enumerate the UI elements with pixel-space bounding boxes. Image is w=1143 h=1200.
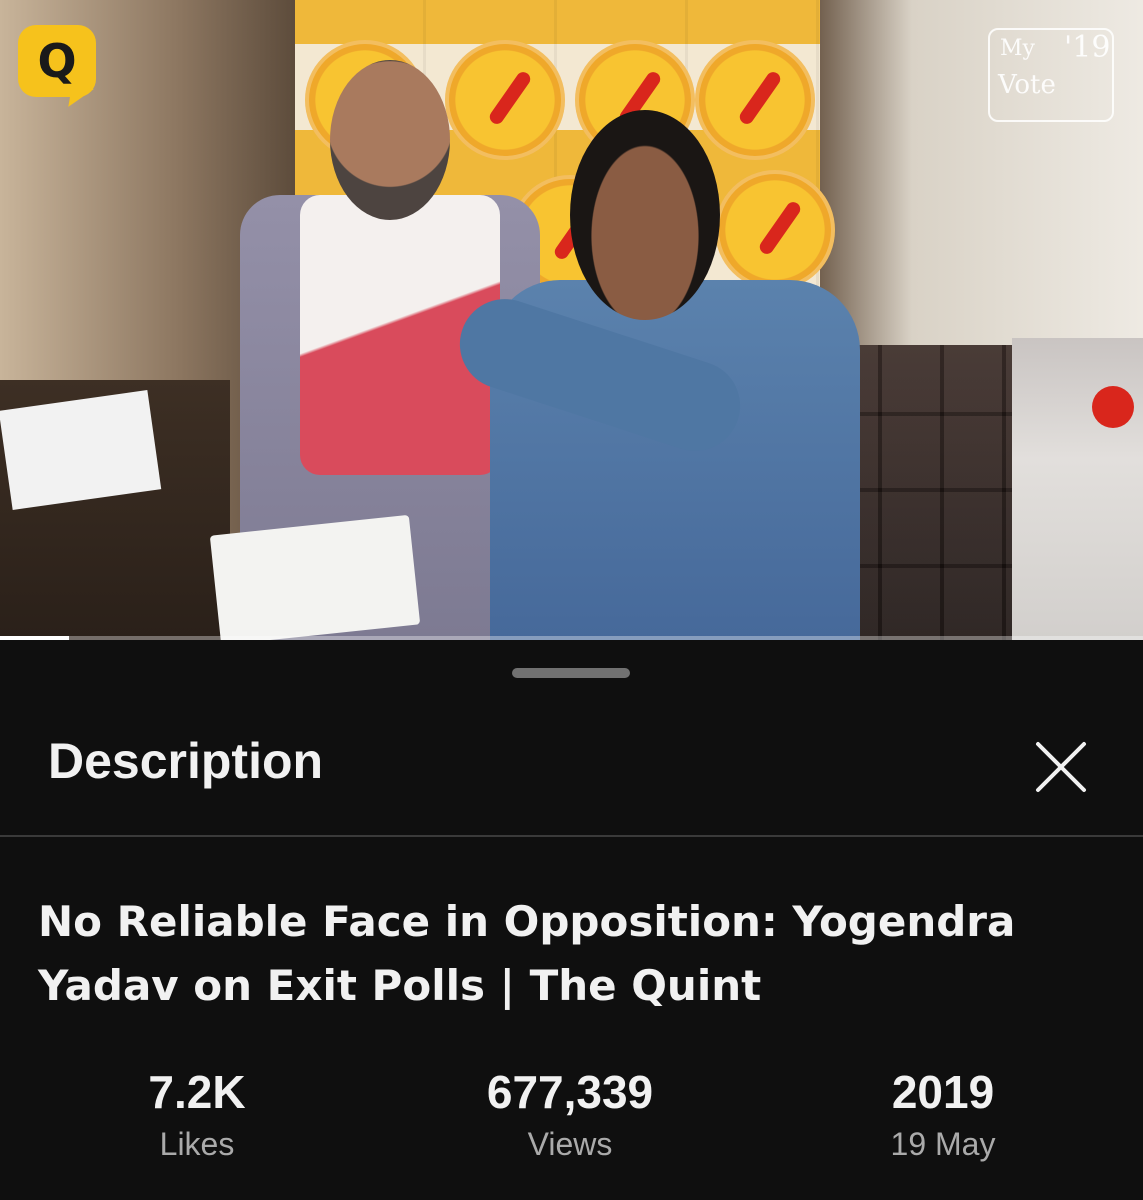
stat-date: 2019 19 May	[783, 1065, 1103, 1167]
video-person-left-head	[330, 60, 450, 220]
stat-views-label: Views	[527, 1126, 613, 1162]
video-title: No Reliable Face in Opposition: Yogendra…	[38, 897, 1016, 1010]
badge-year: '19	[1064, 30, 1111, 65]
video-box	[1012, 338, 1143, 640]
stat-likes: 7.2K Likes	[37, 1065, 357, 1167]
badge-my: My	[1000, 36, 1035, 61]
close-icon	[1036, 742, 1086, 792]
backdrop-logo	[695, 40, 815, 160]
sheet-drag-handle[interactable]	[512, 668, 630, 678]
sheet-title: Description	[48, 733, 324, 789]
close-button[interactable]	[1030, 736, 1092, 798]
box-brand-circle	[1092, 386, 1134, 428]
backdrop-logo	[445, 40, 565, 160]
video-person-left-paper	[209, 514, 421, 640]
my-vote-badge: My '19 Vote	[988, 28, 1114, 122]
video-person-right-head	[570, 110, 720, 320]
stat-likes-label: Likes	[159, 1126, 235, 1162]
description-sheet: Description No Reliable Face in Oppositi…	[0, 640, 1143, 1200]
video-papers	[0, 390, 162, 510]
quint-logo-icon: Q	[18, 25, 96, 97]
sheet-divider	[0, 835, 1143, 837]
stat-views: 677,339 Views	[410, 1065, 730, 1167]
stat-views-value: 677,339	[486, 1066, 654, 1118]
backdrop-logo	[715, 170, 835, 290]
stat-date-day: 19 May	[890, 1126, 996, 1162]
stat-likes-value: 7.2K	[148, 1066, 246, 1118]
video-player[interactable]: Q My '19 Vote	[0, 0, 1143, 640]
badge-vote: Vote	[998, 70, 1056, 100]
stat-date-year: 2019	[891, 1066, 995, 1118]
